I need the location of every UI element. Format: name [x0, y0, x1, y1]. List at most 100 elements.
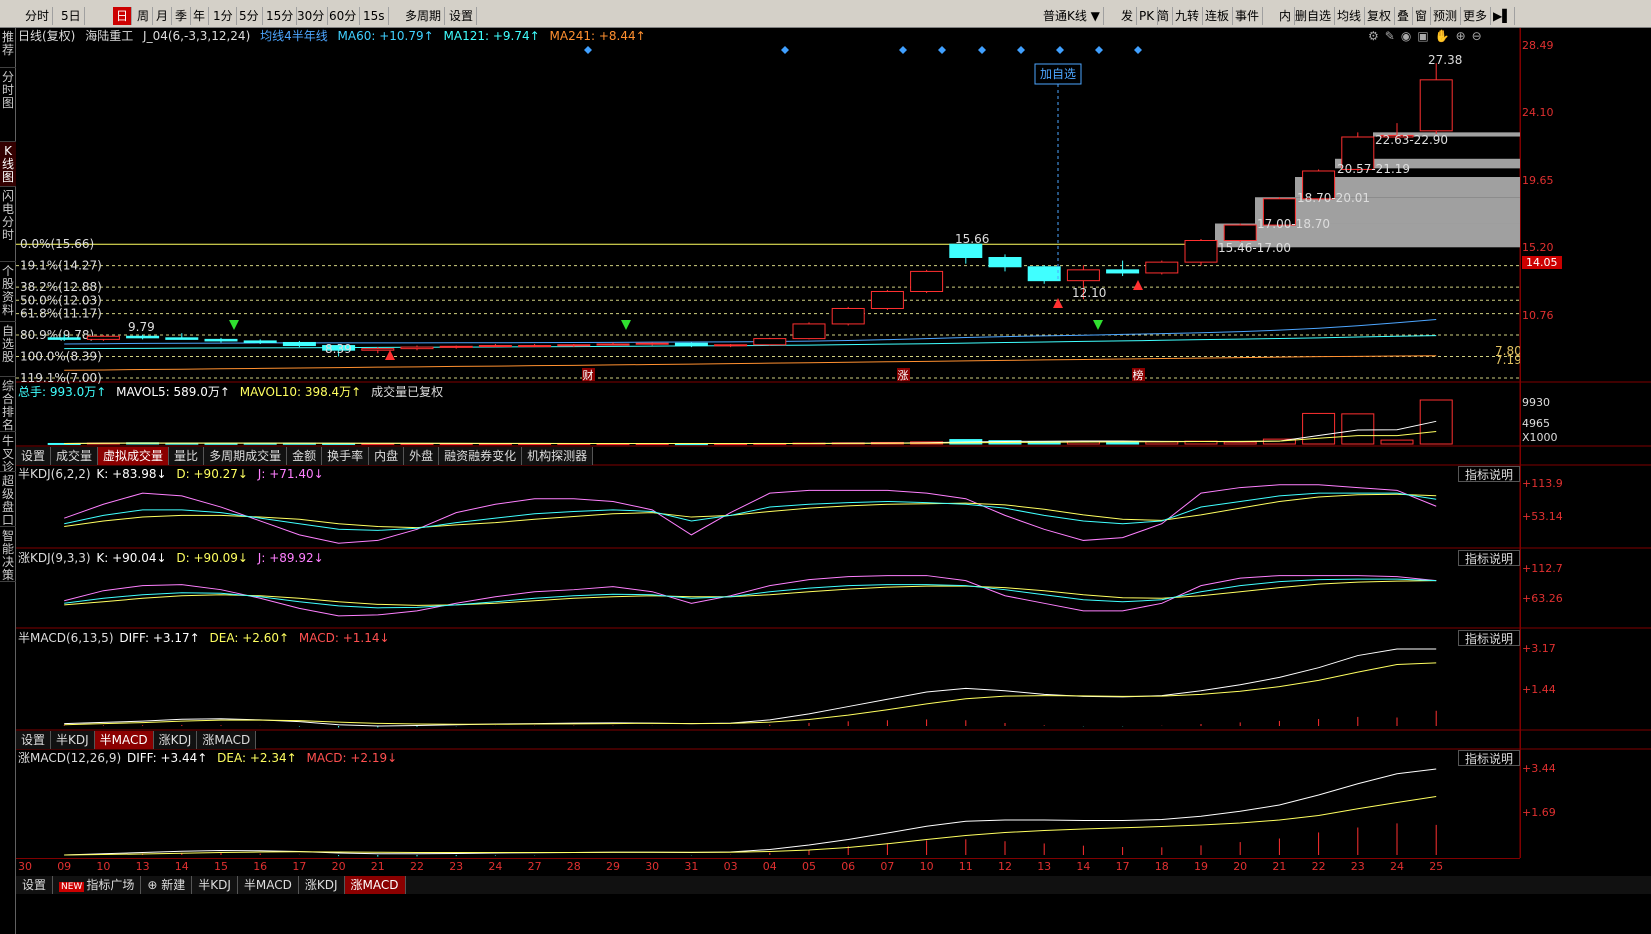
price-label: 17.00-18.70 — [1257, 217, 1330, 231]
date-label: 06 — [841, 860, 856, 873]
date-label: 29 — [606, 860, 620, 873]
price-axis-label: 14.05 — [1522, 256, 1562, 269]
axis-label: +112.7 — [1522, 562, 1563, 575]
volume-tab-0[interactable]: 设置 — [16, 447, 52, 465]
kdj1-j: J: +71.40↓ — [257, 467, 324, 481]
fib-label: 80.9%(9.78) — [20, 328, 94, 342]
indicator-help-button[interactable]: 指标说明 — [1458, 550, 1520, 566]
indicator-help-button[interactable]: 指标说明 — [1458, 630, 1520, 646]
macd2-macd: MACD: +2.19↓ — [306, 751, 398, 765]
bottom-tab-0[interactable]: 设置 — [16, 876, 54, 894]
bottom-tab-2[interactable]: ⊕ 新建 — [141, 876, 193, 894]
volume-tab-5[interactable]: 金额 — [287, 447, 323, 465]
indicator-help-button[interactable]: 指标说明 — [1458, 750, 1520, 766]
volume-bar — [1380, 439, 1414, 445]
candle-body — [1419, 79, 1453, 132]
candle-body — [1106, 269, 1140, 274]
volume-bar — [1419, 399, 1453, 445]
date-label: 30 — [645, 860, 660, 873]
volume-tabs: 设置 成交量 虚拟成交量 量比 多周期成交量 金额 换手率 内盘 外盘 融资融券变化 机构探测器 — [16, 447, 594, 465]
add-watch-label: 加自选 — [1040, 67, 1076, 81]
indicator-tab-3[interactable]: 涨KDJ — [154, 731, 198, 749]
indicator-help-button[interactable]: 指标说明 — [1458, 466, 1520, 482]
date-label: 23 — [449, 860, 464, 873]
axis-label: +3.44 — [1522, 762, 1556, 775]
bottom-indicator-tabs: 设置 NEW 指标广场 ⊕ 新建 半KDJ 半MACD 涨KDJ 涨MACD — [16, 876, 1651, 894]
volume-tab-1[interactable]: 成交量 — [51, 447, 99, 465]
axis-label: +53.14 — [1522, 510, 1563, 523]
date-label: 12 — [998, 860, 1012, 873]
fib-label: 38.2%(12.88) — [20, 280, 102, 294]
date-label: 10 — [919, 860, 934, 873]
date-label: 23 — [1350, 860, 1365, 873]
candle-body — [1145, 261, 1179, 274]
signal-diamond — [938, 46, 946, 54]
price-label: 22.63-22.90 — [1375, 133, 1448, 147]
axis-label: +3.17 — [1522, 642, 1556, 655]
price-label: 18.70-20.01 — [1297, 191, 1370, 205]
macd1-dea: DEA: +2.60↑ — [209, 631, 290, 645]
date-label: 16 — [253, 860, 268, 873]
volume-title: 总手: 993.0万↑ MAVOL5: 589.0万↑ MAVOL10: 398… — [18, 384, 449, 400]
bottom-tab-6[interactable]: 涨MACD — [344, 876, 406, 894]
price-label: 12.10 — [1072, 286, 1106, 300]
date-label: 11 — [958, 860, 973, 873]
candle-body — [1066, 269, 1100, 282]
kdj2-d: D: +90.09↓ — [176, 551, 248, 565]
price-axis-label: 28.49 — [1522, 39, 1554, 52]
volume-tab-3[interactable]: 量比 — [169, 447, 205, 465]
volume-tab-9[interactable]: 融资融券变化 — [439, 447, 523, 465]
kdj2-k-line — [64, 578, 1437, 609]
mavol5-line — [64, 420, 1437, 445]
volume-note: 成交量已复权 — [371, 385, 444, 399]
price-label: 8.39 — [325, 342, 352, 356]
volume-tab-6[interactable]: 换手率 — [322, 447, 370, 465]
date-label: 05 — [802, 860, 816, 873]
candle-body — [47, 337, 81, 340]
fib-label: 0.0%(15.66) — [20, 237, 94, 251]
signal-diamond — [1056, 46, 1064, 54]
indicator-tab-1[interactable]: 半KDJ — [51, 731, 95, 749]
candle-body — [949, 243, 983, 258]
macd2-dea-line — [64, 796, 1437, 856]
price-axis-label: 19.65 — [1522, 174, 1554, 187]
date-label: 21 — [1272, 860, 1287, 873]
indicator-tab-4[interactable]: 涨MACD — [197, 731, 257, 749]
up-arrow-icon — [1133, 280, 1143, 290]
date-label: 03 — [723, 860, 738, 873]
bottom-tab-label: 涨MACD — [350, 878, 399, 892]
candle-body — [1223, 224, 1257, 242]
ma60-line — [64, 318, 1437, 345]
kdj1-k: K: +83.98↓ — [96, 467, 167, 481]
candle-body — [400, 346, 434, 350]
volume-tab-7[interactable]: 内盘 — [369, 447, 405, 465]
price-axis-label: 15.20 — [1522, 241, 1554, 254]
kdj1-d: D: +90.27↓ — [176, 467, 248, 481]
down-arrow-icon — [621, 320, 631, 330]
date-label: 18 — [1154, 860, 1169, 873]
volume-tab-2[interactable]: 虚拟成交量 — [98, 447, 170, 465]
macd2-label: 涨MACD(12,26,9) — [18, 751, 122, 765]
date-label: 30 — [18, 860, 32, 873]
date-label: 20 — [331, 860, 346, 873]
candle-body — [635, 342, 669, 345]
bottom-tab-4[interactable]: 半MACD — [238, 876, 299, 894]
candle-body — [753, 338, 787, 346]
signal-diamond — [1134, 46, 1142, 54]
up-arrow-icon — [1053, 298, 1063, 308]
volume-tab-8[interactable]: 外盘 — [404, 447, 440, 465]
price-axis-label: 10.76 — [1522, 309, 1554, 322]
macd1-macd: MACD: +1.14↓ — [298, 631, 390, 645]
volume-tab-10[interactable]: 机构探测器 — [522, 447, 594, 465]
bottom-tab-1[interactable]: NEW 指标广场 — [53, 876, 142, 894]
volume-tab-4[interactable]: 多周期成交量 — [204, 447, 288, 465]
bottom-tab-3[interactable]: 半KDJ — [192, 876, 238, 894]
candle-body — [518, 345, 552, 348]
date-label: 14 — [1076, 860, 1091, 873]
bottom-tab-5[interactable]: 涨KDJ — [299, 876, 345, 894]
volume-bar — [1341, 413, 1375, 445]
date-label: 24 — [1390, 860, 1404, 873]
indicator-tab-0[interactable]: 设置 — [16, 731, 52, 749]
indicator-tab-2[interactable]: 半MACD — [94, 731, 154, 749]
volume-total: 总手: 993.0万↑ — [18, 385, 107, 399]
